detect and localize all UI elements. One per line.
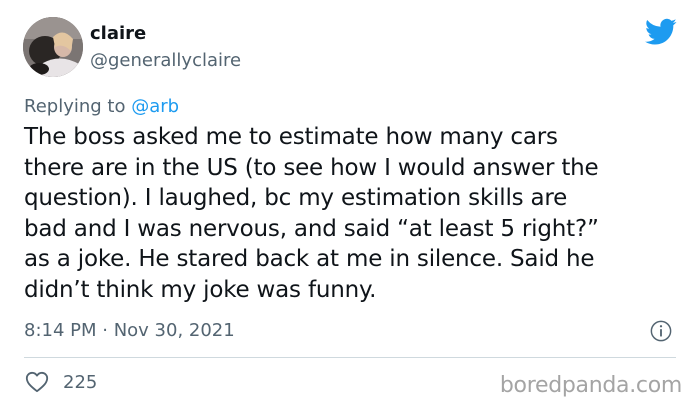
- reply-mention-link[interactable]: @arb: [131, 96, 179, 117]
- info-icon[interactable]: [650, 320, 672, 342]
- heart-icon[interactable]: [25, 371, 49, 393]
- display-name[interactable]: claire: [90, 22, 146, 46]
- tweet-text-line: question). I laughed, bc my estimation s…: [24, 185, 568, 211]
- tweet-text-line: The boss asked me to estimate how many c…: [24, 124, 558, 150]
- tweet-timestamp-link[interactable]: 8:14 PM · Nov 30, 2021: [24, 319, 235, 343]
- tweet-card: claire @generallyclaire Replying to @arb…: [0, 0, 700, 410]
- tweet-text-line: didn’t think my joke was funny.: [24, 276, 377, 303]
- watermark: boredpanda.com: [499, 373, 682, 398]
- tweet-text-line: bad and I was nervous, and said “at leas…: [24, 215, 599, 242]
- tweet-text-line: there are in the US (to see how I would …: [24, 154, 599, 181]
- tweet-text-line: as a joke. He stared back at me in silen…: [24, 246, 595, 272]
- avatar[interactable]: [23, 17, 83, 77]
- like-count: 225: [63, 372, 98, 393]
- avatar-photo: [23, 17, 83, 77]
- reply-prefix: Replying to: [24, 96, 126, 117]
- reply-context: Replying to @arb: [24, 95, 179, 119]
- tweet-text: The boss asked me to estimate how many c…: [24, 122, 684, 305]
- user-handle[interactable]: @generallyclaire: [90, 49, 241, 73]
- twitter-bird-icon[interactable]: [645, 18, 677, 46]
- divider: [24, 357, 676, 358]
